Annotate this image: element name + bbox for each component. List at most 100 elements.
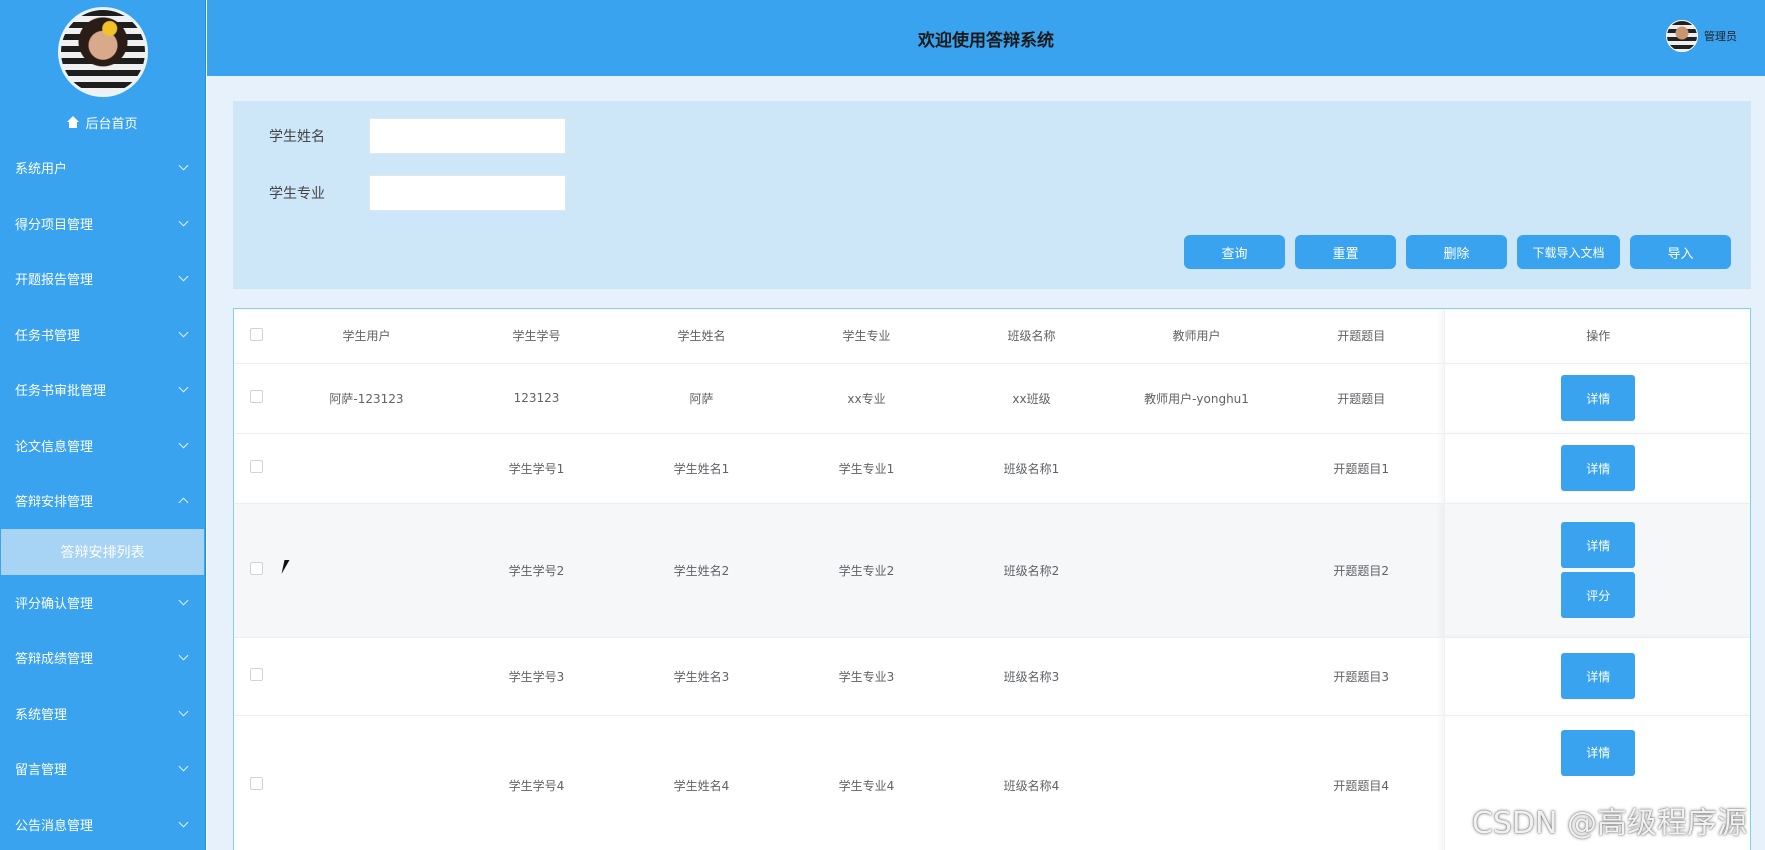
sidebar-item-label: 系统用户 bbox=[15, 162, 68, 178]
table-cell bbox=[1114, 503, 1279, 638]
submenu-item-defense-list[interactable]: 答辩安排列表 bbox=[1, 528, 204, 575]
actions-cell: 详情 bbox=[1443, 433, 1750, 504]
table-row: 学生学号3 学生姓名3 学生专业3 班级名称3 开题题目3 详情 bbox=[234, 637, 1750, 716]
table-cell: xx专业 bbox=[784, 363, 949, 434]
chevron-down-icon bbox=[178, 761, 189, 772]
query-button[interactable]: 查询 bbox=[1184, 235, 1285, 269]
chevron-down-icon bbox=[178, 216, 189, 227]
actions-cell: 详情 bbox=[1443, 363, 1750, 434]
row-checkbox[interactable] bbox=[250, 390, 263, 403]
table-cell: 学生姓名3 bbox=[619, 637, 784, 716]
select-all-checkbox[interactable] bbox=[250, 327, 263, 341]
detail-button[interactable]: 详情 bbox=[1561, 653, 1636, 699]
sidebar-item-thesis-info[interactable]: 论文信息管理 bbox=[0, 418, 205, 474]
row-checkbox[interactable] bbox=[250, 460, 263, 473]
sidebar-item-score-items[interactable]: 得分项目管理 bbox=[0, 196, 205, 252]
name-field-row: 学生姓名 bbox=[269, 118, 566, 154]
home-icon bbox=[67, 116, 80, 128]
chevron-down-icon bbox=[178, 650, 189, 661]
table-cell: 教师用户-yonghu1 bbox=[1114, 363, 1279, 434]
sidebar-item-system-users[interactable]: 系统用户 bbox=[0, 140, 205, 196]
chevron-down-icon bbox=[178, 706, 189, 717]
action-buttons: 查询 重置 删除 下载导入文档 导入 bbox=[1184, 235, 1731, 269]
chevron-down-icon bbox=[178, 382, 189, 393]
sidebar-item-score-confirm[interactable]: 评分确认管理 bbox=[0, 575, 205, 631]
sidebar-item-task-approval[interactable]: 任务书审批管理 bbox=[0, 362, 205, 418]
table-cell: 阿萨-123123 bbox=[279, 363, 454, 434]
student-major-input[interactable] bbox=[369, 175, 566, 211]
student-name-input[interactable] bbox=[369, 118, 566, 154]
row-select-cell bbox=[234, 715, 279, 850]
row-checkbox[interactable] bbox=[250, 668, 263, 681]
detail-button[interactable]: 详情 bbox=[1561, 375, 1636, 421]
actions-cell: 详情 评分 bbox=[1443, 503, 1750, 638]
table-row: 学生学号2 学生姓名2 学生专业2 班级名称2 开题题目2 详情 评分 bbox=[234, 503, 1750, 638]
data-table: 学生用户 学生学号 学生姓名 学生专业 班级名称 教师用户 开题题目 操作 阿萨… bbox=[233, 308, 1751, 850]
table-cell: 学生学号1 bbox=[454, 433, 619, 504]
avatar[interactable] bbox=[57, 7, 148, 97]
sidebar-item-label: 留言管理 bbox=[15, 763, 68, 779]
chevron-down-icon bbox=[178, 271, 189, 282]
sidebar-item-system-manage[interactable]: 系统管理 bbox=[0, 686, 205, 742]
sidebar-item-defense-scores[interactable]: 答辩成绩管理 bbox=[0, 630, 205, 686]
table-cell: 班级名称2 bbox=[949, 503, 1114, 638]
user-menu[interactable]: 管理员 bbox=[1666, 20, 1737, 52]
home-label: 后台首页 bbox=[85, 116, 138, 132]
sidebar-item-label: 系统管理 bbox=[15, 707, 68, 723]
score-button[interactable]: 评分 bbox=[1561, 572, 1636, 618]
import-button[interactable]: 导入 bbox=[1630, 235, 1731, 269]
search-panel: 学生姓名 学生专业 查询 重置 删除 下载导入文档 导入 bbox=[233, 101, 1751, 289]
sidebar-item-label: 开题报告管理 bbox=[15, 273, 94, 289]
reset-button[interactable]: 重置 bbox=[1295, 235, 1396, 269]
column-header: 教师用户 bbox=[1114, 309, 1279, 364]
page-title: 欢迎使用答辩系统 bbox=[918, 30, 1054, 51]
table-row: 学生学号1 学生姓名1 学生专业1 班级名称1 开题题目1 详情 bbox=[234, 433, 1750, 504]
table-cell: 学生专业4 bbox=[784, 715, 949, 850]
delete-button[interactable]: 删除 bbox=[1406, 235, 1507, 269]
sidebar-item-label: 论文信息管理 bbox=[15, 439, 94, 455]
sidebar-item-announcements[interactable]: 公告消息管理 bbox=[0, 797, 205, 850]
table-cell: 开题题目4 bbox=[1279, 715, 1444, 850]
chevron-down-icon bbox=[178, 160, 189, 171]
sidebar-item-label: 答辩成绩管理 bbox=[15, 652, 94, 668]
row-checkbox[interactable] bbox=[250, 562, 263, 575]
table-cell: 学生专业3 bbox=[784, 637, 949, 716]
main-content: 学生姓名 学生专业 查询 重置 删除 下载导入文档 导入 学生用户 学生学号 学… bbox=[207, 76, 1765, 850]
row-checkbox[interactable] bbox=[250, 777, 263, 790]
table-cell: 学生学号4 bbox=[454, 715, 619, 850]
column-header: 学生用户 bbox=[279, 309, 454, 364]
table-cell bbox=[279, 715, 454, 850]
user-name: 管理员 bbox=[1704, 30, 1737, 43]
table-cell: 班级名称3 bbox=[949, 637, 1114, 716]
sidebar-item-defense-schedule[interactable]: 答辩安排管理 bbox=[0, 473, 205, 529]
detail-button[interactable]: 详情 bbox=[1561, 445, 1636, 491]
sidebar-item-proposal-reports[interactable]: 开题报告管理 bbox=[0, 251, 205, 307]
sidebar-item-label: 公告消息管理 bbox=[15, 818, 94, 834]
detail-button[interactable]: 详情 bbox=[1561, 729, 1636, 776]
row-select-cell bbox=[234, 363, 279, 434]
download-template-button[interactable]: 下载导入文档 bbox=[1517, 235, 1620, 269]
major-field-row: 学生专业 bbox=[269, 175, 566, 211]
chevron-up-icon bbox=[178, 497, 189, 508]
table-cell bbox=[279, 433, 454, 504]
sidebar-item-label: 得分项目管理 bbox=[15, 217, 94, 233]
table-row: 阿萨-123123 123123 阿萨 xx专业 xx班级 教师用户-yongh… bbox=[234, 363, 1750, 434]
chevron-down-icon bbox=[178, 438, 189, 449]
detail-button[interactable]: 详情 bbox=[1561, 522, 1636, 568]
submenu-item-label: 答辩安排列表 bbox=[60, 544, 145, 561]
sidebar-item-messages[interactable]: 留言管理 bbox=[0, 741, 205, 797]
column-header: 学生专业 bbox=[784, 309, 949, 364]
sidebar-home-link[interactable]: 后台首页 bbox=[0, 104, 205, 140]
user-avatar[interactable] bbox=[1666, 20, 1698, 52]
row-select-cell bbox=[234, 503, 279, 638]
student-major-label: 学生专业 bbox=[269, 186, 325, 202]
sidebar-item-label: 任务书管理 bbox=[15, 328, 81, 344]
table-cell: 学生姓名2 bbox=[619, 503, 784, 638]
table-cell bbox=[1114, 433, 1279, 504]
row-select-cell bbox=[234, 433, 279, 504]
sidebar-item-task-books[interactable]: 任务书管理 bbox=[0, 307, 205, 363]
table-cell: xx班级 bbox=[949, 363, 1114, 434]
top-header: 欢迎使用答辩系统 管理员 bbox=[207, 0, 1765, 76]
row-select-cell bbox=[234, 637, 279, 716]
sidebar-item-label: 任务书审批管理 bbox=[15, 384, 107, 400]
